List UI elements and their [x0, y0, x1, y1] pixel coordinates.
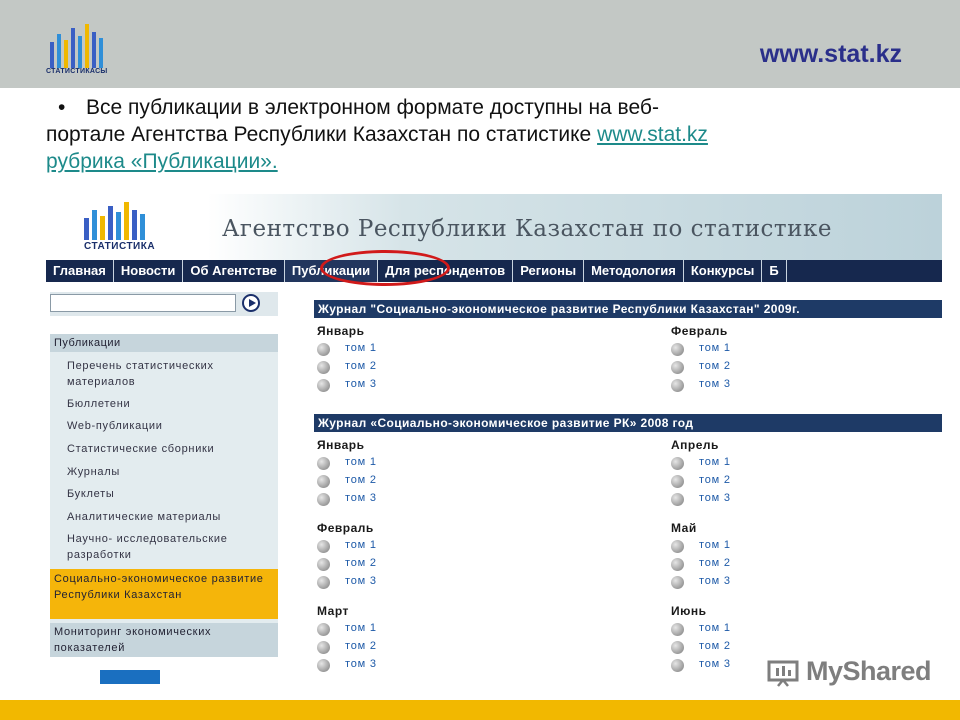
sidebar-item-booklets[interactable]: Буклеты [67, 486, 277, 502]
nav-contests[interactable]: Конкурсы [684, 260, 763, 282]
month-label: Апрель [671, 438, 719, 452]
site-url-title: www.stat.kz [759, 40, 902, 68]
nav-more[interactable]: Б [762, 260, 787, 282]
slide-bottom-strip [0, 700, 960, 720]
highlight-oval [320, 250, 450, 286]
nav-about[interactable]: Об Агентстве [183, 260, 285, 282]
volume-link[interactable]: том 3 [345, 575, 377, 587]
disk-icon[interactable] [317, 493, 330, 506]
disk-icon[interactable] [671, 659, 684, 672]
disk-icon[interactable] [317, 558, 330, 571]
disk-icon[interactable] [671, 457, 684, 470]
nav-regions[interactable]: Регионы [513, 260, 585, 282]
disk-icon[interactable] [671, 641, 684, 654]
journal-2009-header: Журнал "Социально-экономическое развитие… [314, 300, 942, 318]
disk-icon[interactable] [671, 576, 684, 589]
disk-icon[interactable] [317, 343, 330, 356]
volume-link[interactable]: том 2 [699, 360, 731, 372]
disk-icon[interactable] [317, 659, 330, 672]
volume-link[interactable]: том 3 [345, 658, 377, 670]
volume-link[interactable]: том 2 [345, 360, 377, 372]
volume-link[interactable]: том 1 [699, 456, 731, 468]
volume-link[interactable]: том 2 [699, 557, 731, 569]
disk-icon[interactable] [671, 343, 684, 356]
sidebar-item-list[interactable]: Перечень статистических материалов [67, 358, 277, 390]
disk-icon[interactable] [671, 361, 684, 374]
disk-icon[interactable] [317, 457, 330, 470]
volume-link[interactable]: том 1 [345, 342, 377, 354]
volume-link[interactable]: том 3 [345, 378, 377, 390]
month-label: Февраль [317, 521, 374, 535]
volume-link[interactable]: том 3 [699, 575, 731, 587]
publications-rubric-link[interactable]: рубрика «Публикации». [46, 150, 278, 173]
volume-link[interactable]: том 1 [699, 622, 731, 634]
sidebar-item-bulletins[interactable]: Бюллетени [67, 396, 277, 412]
volume-link[interactable]: том 2 [699, 640, 731, 652]
volume-link[interactable]: том 3 [699, 658, 731, 670]
slide-header-bar: СТАТИСТИКАСЫ www.stat.kz [0, 0, 960, 88]
nav-news[interactable]: Новости [114, 260, 184, 282]
intro-paragraph: • Все публикации в электронном формате до… [46, 94, 906, 175]
sidebar: Публикации Перечень статистических матер… [50, 334, 278, 657]
search-input[interactable] [50, 294, 236, 312]
month-label: Январь [317, 324, 365, 338]
disk-icon[interactable] [671, 623, 684, 636]
site-banner: СТАТИСТИКА Агентство Республики Казахста… [46, 194, 942, 260]
disk-icon[interactable] [317, 361, 330, 374]
volume-link[interactable]: том 1 [345, 539, 377, 551]
sidebar-item-collections[interactable]: Статистические сборники [67, 441, 277, 457]
search-go-icon[interactable] [242, 294, 260, 312]
agency-title: Агентство Республики Казахстан по статис… [222, 216, 832, 242]
volume-link[interactable]: том 3 [699, 378, 731, 390]
disk-icon[interactable] [317, 475, 330, 488]
volume-link[interactable]: том 2 [345, 474, 377, 486]
disk-icon[interactable] [317, 576, 330, 589]
disk-icon[interactable] [671, 493, 684, 506]
disk-icon[interactable] [671, 558, 684, 571]
volume-link[interactable]: том 1 [345, 622, 377, 634]
intro-line-1: Все публикации в электронном формате дос… [86, 96, 659, 119]
sidebar-item-web[interactable]: Web-публикации [67, 418, 277, 434]
nav-home[interactable]: Главная [46, 260, 114, 282]
sidebar-item-analytics[interactable]: Аналитические материалы [67, 509, 277, 525]
disk-icon[interactable] [317, 641, 330, 654]
sidebar-item-journals[interactable]: Журналы [67, 464, 277, 480]
volume-link[interactable]: том 3 [345, 492, 377, 504]
volume-link[interactable]: том 2 [345, 557, 377, 569]
disk-icon[interactable] [671, 379, 684, 392]
volume-link[interactable]: том 1 [699, 539, 731, 551]
month-label: Февраль [671, 324, 728, 338]
logo-caption: СТАТИСТИКАСЫ [46, 68, 108, 75]
site-logo-caption: СТАТИСТИКА [84, 241, 156, 252]
month-label: Март [317, 604, 349, 618]
journal-2008-header: Журнал «Социально-экономическое развитие… [314, 414, 942, 432]
footer-banner-icon [100, 670, 160, 684]
disk-icon[interactable] [317, 623, 330, 636]
nav-methodology[interactable]: Методология [584, 260, 684, 282]
volume-link[interactable]: том 2 [345, 640, 377, 652]
sidebar-item-monitoring[interactable]: Мониторинг экономических показателей [50, 623, 278, 657]
volume-link[interactable]: том 1 [699, 342, 731, 354]
month-label: Июнь [671, 604, 707, 618]
sidebar-head[interactable]: Публикации [50, 334, 278, 352]
volume-link[interactable]: том 3 [699, 492, 731, 504]
watermark-text: MyShared [806, 656, 932, 686]
disk-icon[interactable] [671, 475, 684, 488]
disk-icon[interactable] [317, 540, 330, 553]
disk-icon[interactable] [317, 379, 330, 392]
disk-icon[interactable] [671, 540, 684, 553]
stat-kz-link[interactable]: www.stat.kz [597, 123, 708, 146]
bullet-marker: • [58, 96, 66, 119]
sidebar-item-research[interactable]: Научно- исследовательские разработки [67, 531, 277, 563]
month-label: Январь [317, 438, 365, 452]
volume-link[interactable]: том 2 [699, 474, 731, 486]
main-nav: Главная Новости Об Агентстве Публикации … [46, 260, 942, 282]
month-label: Май [671, 521, 697, 535]
volume-link[interactable]: том 1 [345, 456, 377, 468]
presentation-icon [767, 660, 799, 687]
sidebar-item-socio-economic[interactable]: Социально-экономическое развитие Республ… [50, 569, 278, 619]
intro-line-2: портале Агентства Республики Казахстан п… [46, 123, 598, 146]
website-screenshot: СТАТИСТИКА Агентство Республики Казахста… [46, 194, 942, 688]
